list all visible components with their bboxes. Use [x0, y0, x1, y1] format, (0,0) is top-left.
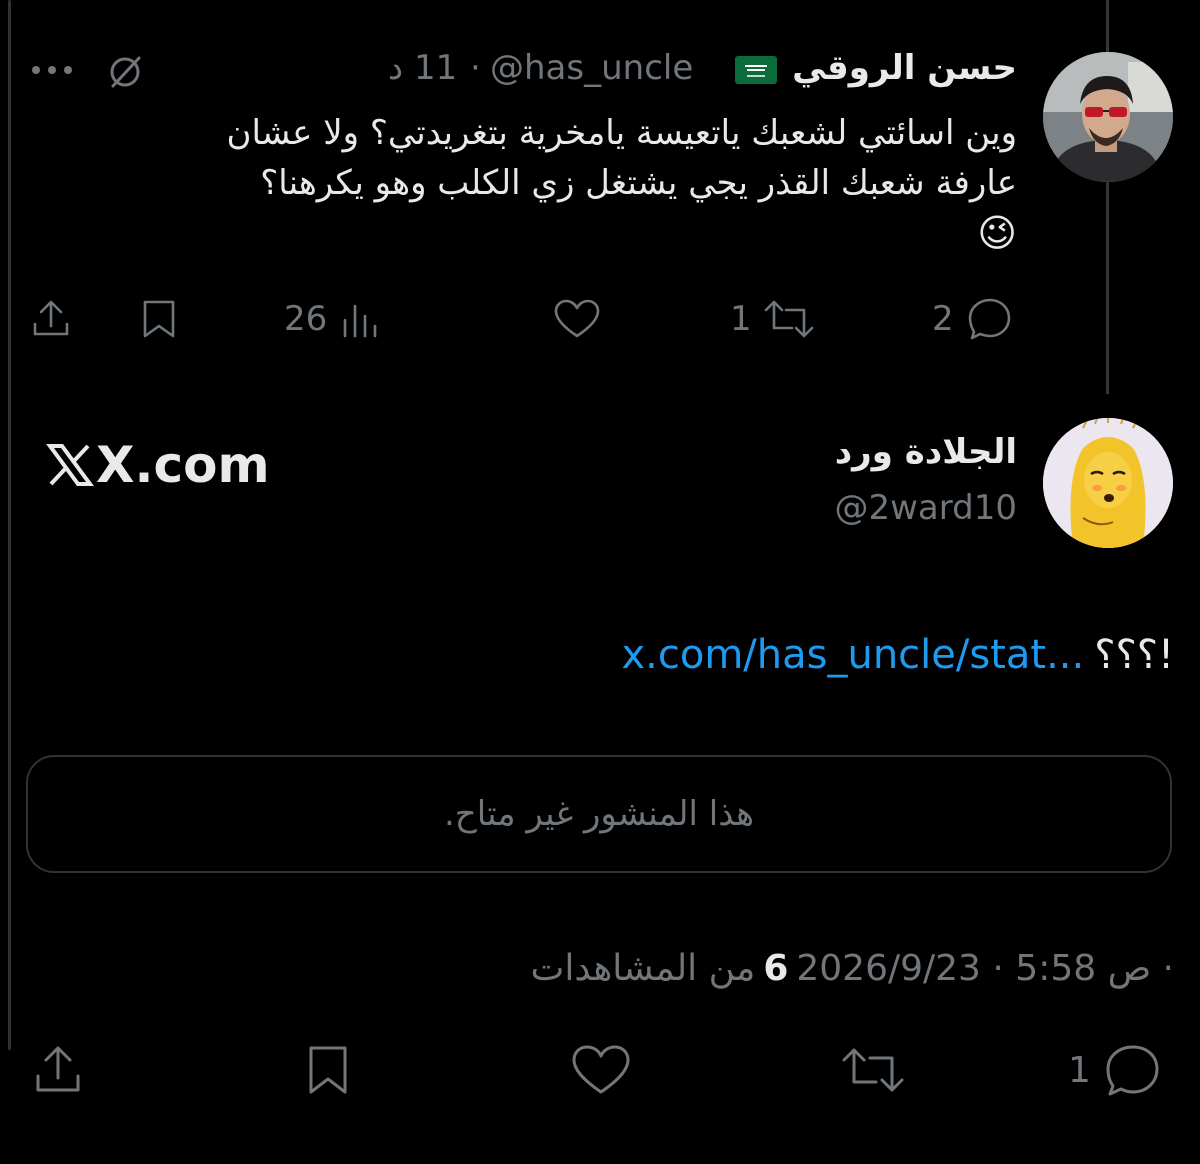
quoted-post-unavailable: هذا المنشور غير متاح. — [26, 755, 1172, 873]
retweet-icon — [764, 300, 813, 338]
bookmark-button[interactable] — [300, 1042, 356, 1098]
views-label: من المشاهدات — [530, 948, 756, 989]
share-button[interactable] — [30, 1042, 86, 1098]
tweet-text-line: عارفة شعبك القذر يجي يشتغل زي الكلب وهو … — [260, 163, 1017, 203]
scrollbar[interactable] — [8, 0, 11, 1050]
like-button[interactable] — [552, 296, 602, 342]
tweet-time[interactable]: 11 د — [388, 48, 457, 88]
bookmark-icon — [143, 300, 175, 338]
views-count: 6 — [763, 948, 789, 989]
unavailable-message: هذا المنشور غير متاح. — [443, 794, 755, 834]
tweet-emoji: 😉 — [977, 211, 1017, 255]
views-count: 26 — [284, 299, 328, 339]
bookmark-icon — [309, 1046, 347, 1094]
bookmark-button[interactable] — [136, 296, 182, 342]
tweet-text-line: وين اسائتي لشعبك ياتعيسة يامخرية بتغريدت… — [226, 113, 1017, 153]
reply-icon — [968, 298, 1010, 340]
like-button[interactable] — [570, 1042, 632, 1098]
reply-button[interactable]: 1 — [1068, 1042, 1163, 1098]
share-icon — [36, 1046, 80, 1092]
retweet-button[interactable]: 1 — [730, 296, 816, 342]
tweet-text: x.com/has_uncle/stat... ؟؟؟! — [621, 632, 1174, 678]
saudi-flag-icon — [735, 56, 777, 84]
tweet-link[interactable]: x.com/has_uncle/stat... — [621, 632, 1084, 678]
heart-icon — [572, 1045, 630, 1094]
author-name[interactable]: حسن الروقي — [792, 48, 1017, 88]
grok-icon[interactable] — [105, 52, 145, 92]
share-button[interactable] — [28, 296, 74, 342]
timestamp[interactable]: 2026/9/23 · 5:58 ص · — [796, 948, 1174, 989]
reply-count: 2 — [932, 299, 954, 339]
retweet-button[interactable] — [840, 1042, 906, 1098]
retweet-count: 1 — [730, 299, 752, 339]
retweet-icon — [842, 1048, 904, 1092]
tweet-meta: 2026/9/23 · 5:58 ص · 6 من المشاهدات — [531, 948, 1174, 989]
author-handle[interactable]: @2ward10 — [834, 488, 1017, 528]
share-icon — [33, 300, 69, 336]
avatar[interactable] — [1043, 418, 1173, 548]
tweet-text: وين اسائتي لشعبك ياتعيسة يامخرية بتغريدت… — [57, 108, 1017, 258]
source-badge[interactable]: X.com — [46, 436, 270, 494]
more-icon[interactable] — [30, 60, 74, 80]
reply-icon — [1106, 1045, 1159, 1096]
author-name[interactable]: الجلادة ورد — [835, 432, 1017, 472]
views-icon — [343, 304, 377, 338]
heart-icon — [554, 299, 600, 338]
reply-count: 1 — [1068, 1049, 1091, 1091]
avatar[interactable] — [1043, 52, 1173, 182]
source-label: X.com — [96, 436, 270, 494]
separator-dot: · — [470, 48, 481, 88]
reply-button[interactable]: 2 — [932, 296, 1014, 342]
views-button[interactable]: 26 — [284, 296, 383, 342]
tweet-text-prefix: ؟؟؟! — [1094, 632, 1174, 678]
author-handle[interactable]: @has_uncle — [490, 48, 693, 88]
